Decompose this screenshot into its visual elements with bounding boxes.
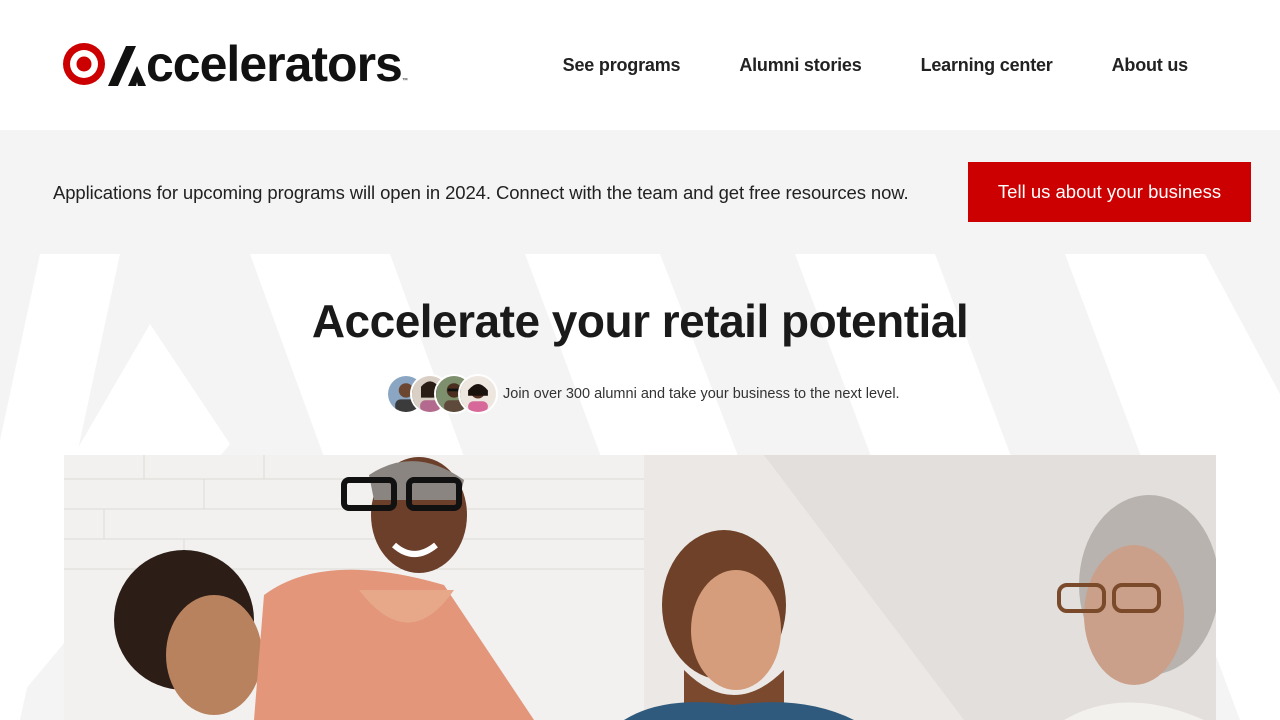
nav-about-us[interactable]: About us xyxy=(1112,55,1189,76)
nav-alumni-stories[interactable]: Alumni stories xyxy=(739,55,861,76)
target-bullseye-icon xyxy=(63,43,105,85)
alumni-row: Join over 300 alumni and take your busin… xyxy=(386,374,900,414)
alumni-text: Join over 300 alumni and take your busin… xyxy=(503,386,900,402)
banner-message: Applications for upcoming programs will … xyxy=(53,182,909,203)
tell-us-about-your-business-button[interactable]: Tell us about your business xyxy=(968,162,1251,222)
logo-wordmark: ccelerators xyxy=(146,36,403,92)
accelerators-logo[interactable]: ccelerators ™ xyxy=(62,36,408,92)
hero-title: Accelerate your retail potential xyxy=(311,295,969,347)
nav-see-programs[interactable]: See programs xyxy=(563,55,681,76)
hero-team-photo xyxy=(64,455,1216,720)
site-header: ccelerators ™ See programs Alumni storie… xyxy=(0,0,1280,130)
main-nav: See programs Alumni stories Learning cen… xyxy=(504,55,1189,76)
logo-a-mark-icon xyxy=(108,46,146,86)
announcement-banner: Applications for upcoming programs will … xyxy=(0,130,1280,254)
alumni-avatar xyxy=(458,374,498,414)
nav-learning-center[interactable]: Learning center xyxy=(921,55,1053,76)
hero-section: Accelerate your retail potential Join ov… xyxy=(0,254,1280,720)
trademark-symbol: ™ xyxy=(401,78,408,84)
